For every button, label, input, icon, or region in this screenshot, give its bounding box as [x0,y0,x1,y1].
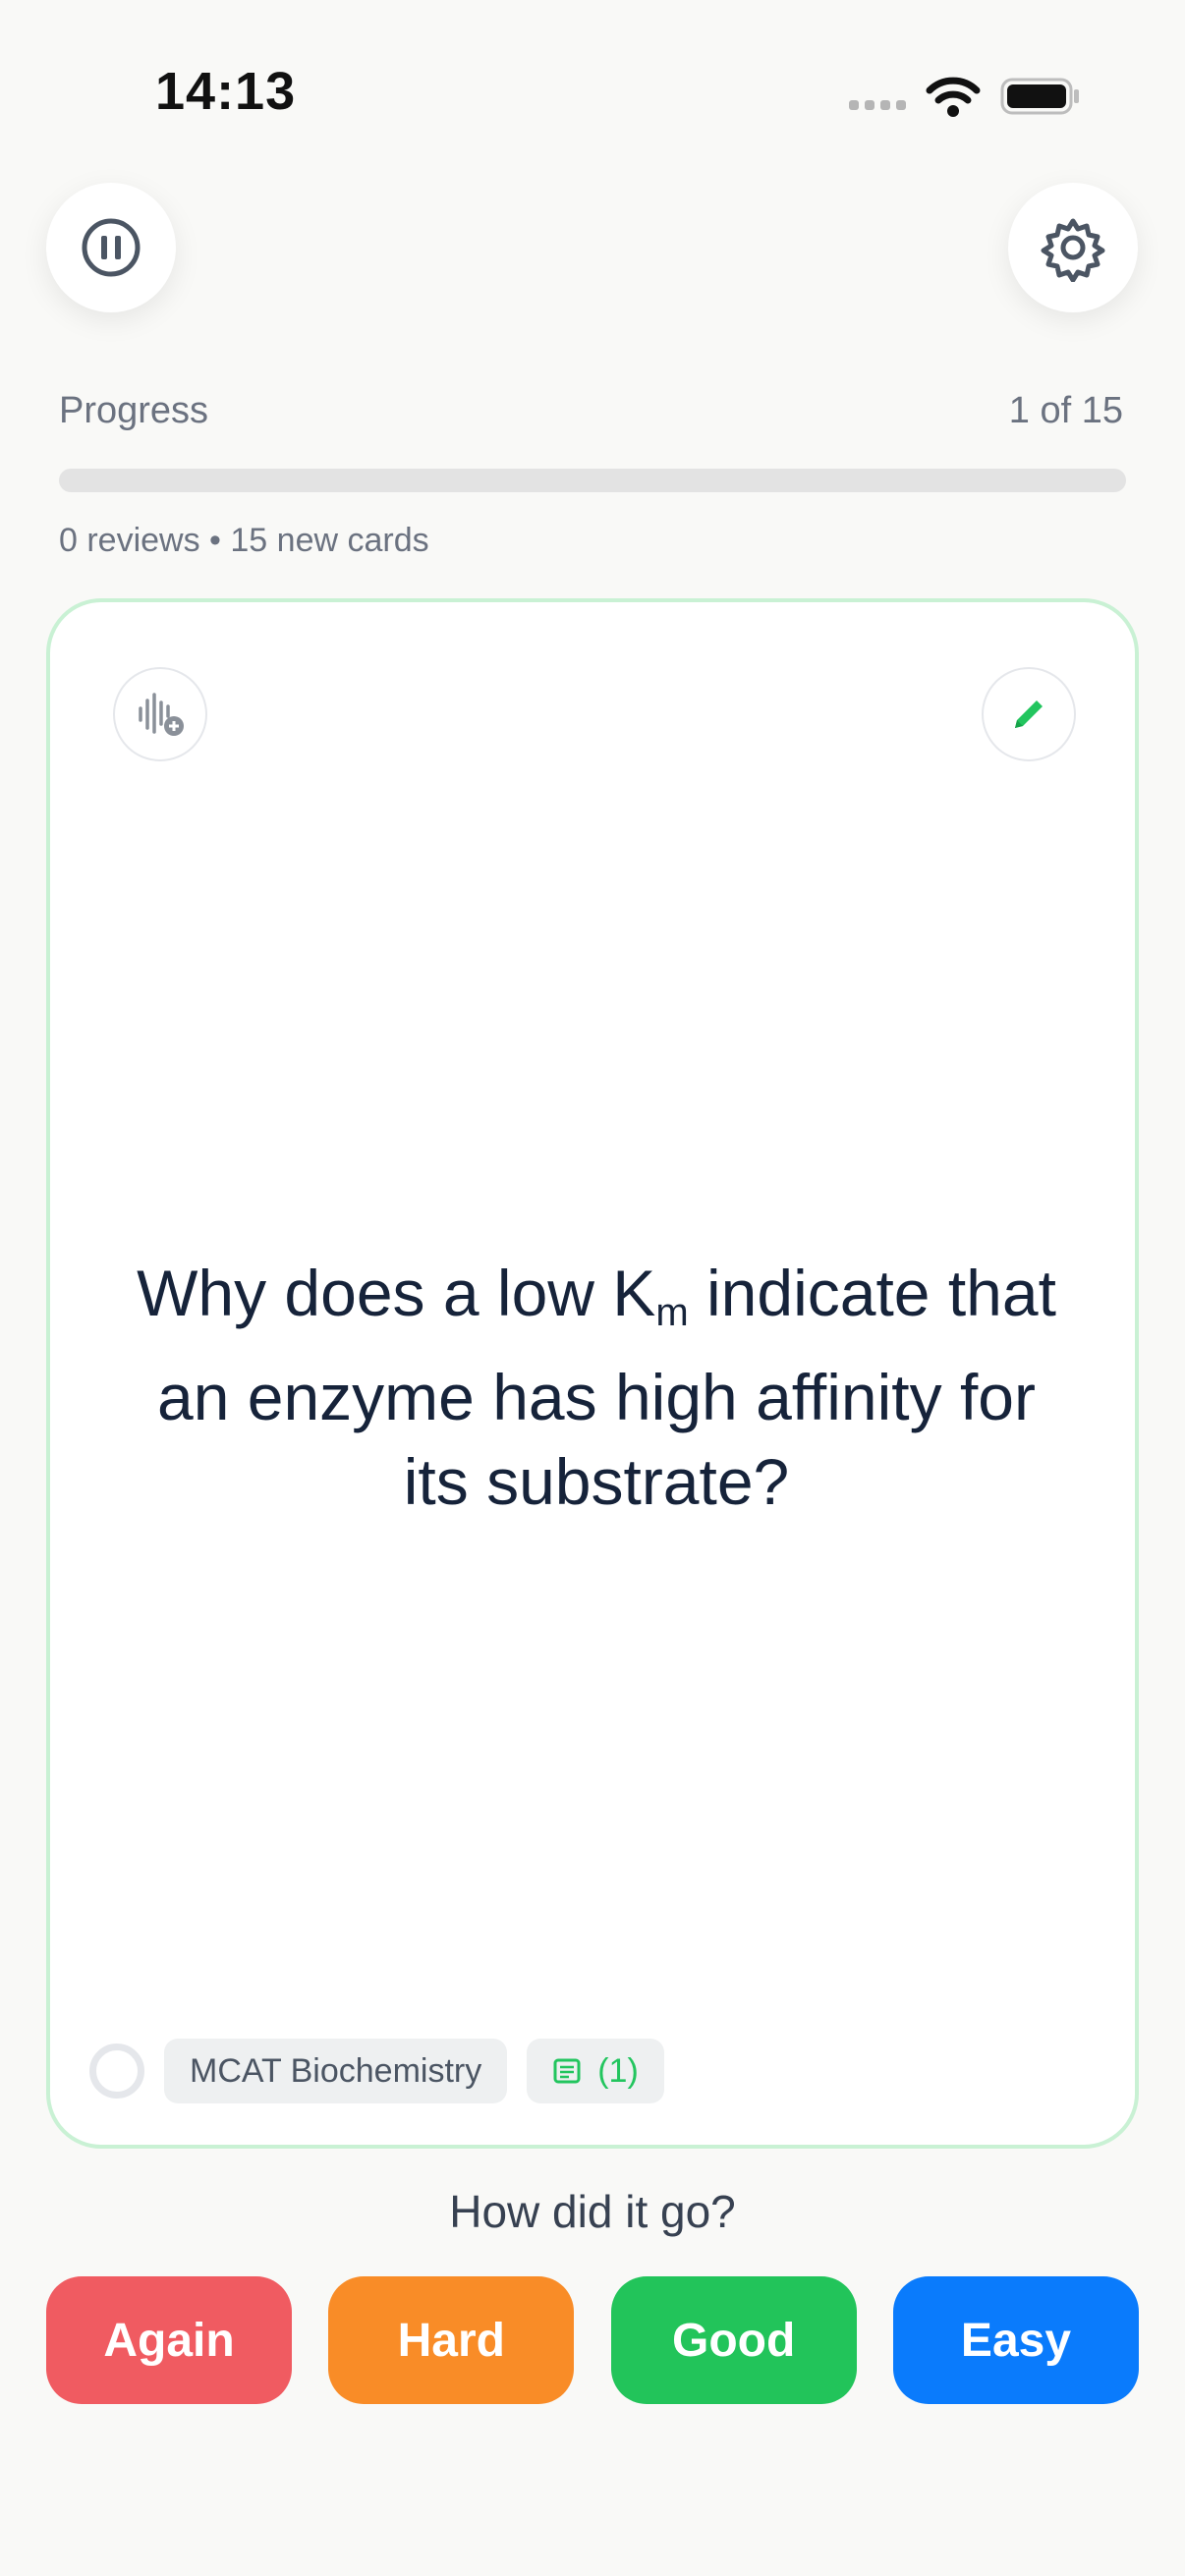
battery-icon [1000,78,1079,115]
question-text-start: Why does a low K [137,1257,656,1329]
easy-button[interactable]: Easy [892,2276,1139,2404]
edit-card-button[interactable] [982,667,1076,761]
cellular-signal-icon [849,100,906,110]
progress-label: Progress [59,390,209,431]
note-icon [553,2058,581,2084]
pencil-icon [1015,700,1043,728]
card-footer: MCAT Biochemistry (1) [89,2037,664,2105]
rating-buttons: Again Hard Good Easy [46,2276,1139,2404]
add-audio-button[interactable] [113,667,207,761]
gear-icon [1041,218,1105,282]
deck-name: MCAT Biochemistry [190,2051,482,2090]
rating-prompt: How did it go? [449,2186,736,2237]
status-time: 14:13 [155,62,297,121]
pause-button[interactable] [46,183,176,312]
audio-waveform-add-icon [139,693,184,736]
good-button[interactable]: Good [610,2276,857,2404]
settings-button[interactable] [1008,183,1138,312]
status-bar: 14:13 [0,0,1185,187]
wifi-icon [926,77,981,117]
progress-summary: 0 reviews • 15 new cards [59,522,429,559]
card-question: Why does a low Km indicate that an enzym… [129,1251,1064,1524]
mark-card-toggle[interactable] [89,2044,144,2099]
notes-tag[interactable]: (1) [527,2039,664,2103]
again-button[interactable]: Again [46,2276,292,2404]
flashcard[interactable]: Why does a low Km indicate that an enzym… [46,598,1139,2149]
progress-count: 1 of 15 [1008,390,1123,431]
notes-count: (1) [597,2051,639,2090]
deck-tag[interactable]: MCAT Biochemistry [164,2039,508,2103]
pause-icon [82,218,141,277]
progress-bar [59,469,1126,492]
hard-button[interactable]: Hard [328,2276,575,2404]
question-subscript: m [655,1291,689,1334]
